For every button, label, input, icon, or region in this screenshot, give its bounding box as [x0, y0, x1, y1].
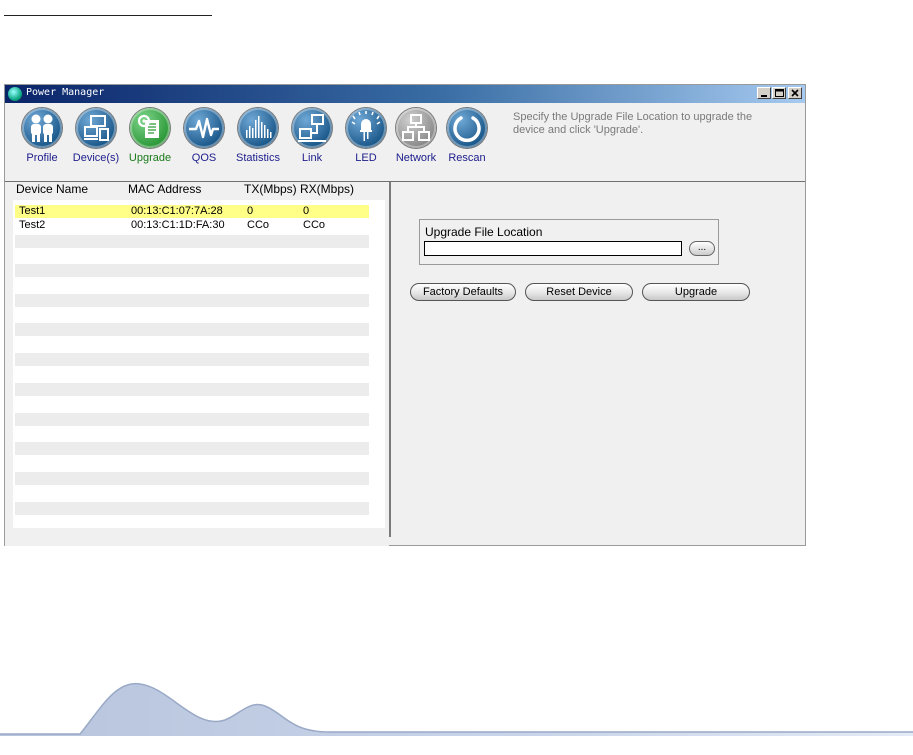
network-icon: [396, 108, 436, 148]
toolbar-statistics[interactable]: Statistics: [231, 108, 285, 164]
upgrade-hint: Specify the Upgrade File Location to upg…: [513, 111, 753, 136]
table-row[interactable]: Test2 00:13:C1:1D:FA:30 CCo CCo: [15, 219, 369, 232]
toolbar-label: Rescan: [448, 152, 486, 164]
panel-splitter[interactable]: [389, 182, 391, 537]
toolbar-label: LED: [355, 152, 377, 164]
toolbar-label: Network: [395, 152, 437, 164]
link-icon: [292, 108, 332, 148]
device-name-cell: Test1: [19, 205, 46, 217]
decorative-wave: [0, 683, 913, 736]
document-rule: [4, 15, 212, 16]
reset-device-button[interactable]: Reset Device: [525, 283, 633, 301]
rx-cell: CCo: [303, 219, 326, 231]
toolbar-label: Device(s): [72, 152, 120, 164]
column-header-tx[interactable]: TX(Mbps): [244, 182, 297, 198]
column-header-mac-address[interactable]: MAC Address: [128, 182, 201, 198]
toolbar-led[interactable]: LED: [339, 108, 393, 164]
tx-cell: 0: [247, 205, 254, 217]
toolbar-label: Upgrade: [128, 152, 172, 164]
led-icon: [346, 108, 386, 148]
profile-icon: [22, 108, 62, 148]
toolbar: Profile Device(s) Upgrade QOS Statistics…: [5, 103, 805, 181]
minimize-icon: [761, 95, 767, 97]
toolbar-link[interactable]: Link: [285, 108, 339, 164]
upgrade-button[interactable]: Upgrade: [642, 283, 750, 301]
empty-row: [15, 502, 369, 515]
app-icon: [8, 87, 22, 101]
empty-row: [15, 353, 369, 366]
empty-row: [15, 442, 369, 455]
toolbar-devices[interactable]: Device(s): [69, 108, 123, 164]
upgrade-icon: [130, 108, 170, 148]
upgrade-file-input[interactable]: [424, 241, 682, 256]
qos-icon: [184, 108, 224, 148]
empty-row: [15, 472, 369, 485]
power-manager-window: Power Manager Profile Device(s) Upgrade …: [4, 84, 806, 546]
close-icon: [791, 89, 799, 97]
toolbar-rescan[interactable]: Rescan: [440, 108, 494, 164]
empty-row: [15, 383, 369, 396]
empty-row: [15, 413, 369, 426]
title-bar[interactable]: Power Manager: [5, 85, 805, 103]
factory-defaults-button[interactable]: Factory Defaults: [410, 283, 516, 301]
mac-address-cell: 00:13:C1:1D:FA:30: [131, 219, 225, 231]
column-header-rx[interactable]: RX(Mbps): [300, 182, 354, 198]
table-row[interactable]: Test1 00:13:C1:07:7A:28 0 0: [15, 205, 369, 218]
upgrade-file-label: Upgrade File Location: [425, 225, 543, 239]
column-header-device-name[interactable]: Device Name: [16, 182, 88, 198]
mac-address-cell: 00:13:C1:07:7A:28: [131, 205, 223, 217]
statistics-icon: [238, 108, 278, 148]
close-button[interactable]: [788, 87, 802, 99]
toolbar-label: QOS: [191, 152, 217, 164]
toolbar-label: Statistics: [235, 152, 280, 164]
toolbar-upgrade[interactable]: Upgrade: [123, 108, 177, 164]
empty-row: [15, 294, 369, 307]
device-list-panel: Device Name MAC Address TX(Mbps) RX(Mbps…: [5, 182, 389, 546]
rx-cell: 0: [303, 205, 310, 217]
minimize-button[interactable]: [757, 87, 771, 99]
toolbar-qos[interactable]: QOS: [177, 108, 231, 164]
empty-row: [15, 323, 369, 336]
empty-row: [15, 235, 369, 248]
toolbar-label: Link: [301, 152, 323, 164]
maximize-button[interactable]: [772, 87, 786, 99]
upgrade-file-group: Upgrade File Location ...: [419, 219, 719, 265]
devices-icon: [76, 108, 116, 148]
toolbar-label: Profile: [26, 152, 58, 164]
device-name-cell: Test2: [19, 219, 46, 231]
toolbar-network[interactable]: Network: [389, 108, 443, 164]
browse-button[interactable]: ...: [689, 241, 715, 256]
device-list[interactable]: Test1 00:13:C1:07:7A:28 0 0 Test2 00:13:…: [13, 200, 385, 528]
toolbar-profile[interactable]: Profile: [15, 108, 69, 164]
window-title: Power Manager: [26, 87, 105, 98]
tx-cell: CCo: [247, 219, 270, 231]
rescan-icon: [447, 108, 487, 148]
empty-row: [15, 264, 369, 277]
maximize-icon: [775, 89, 784, 97]
